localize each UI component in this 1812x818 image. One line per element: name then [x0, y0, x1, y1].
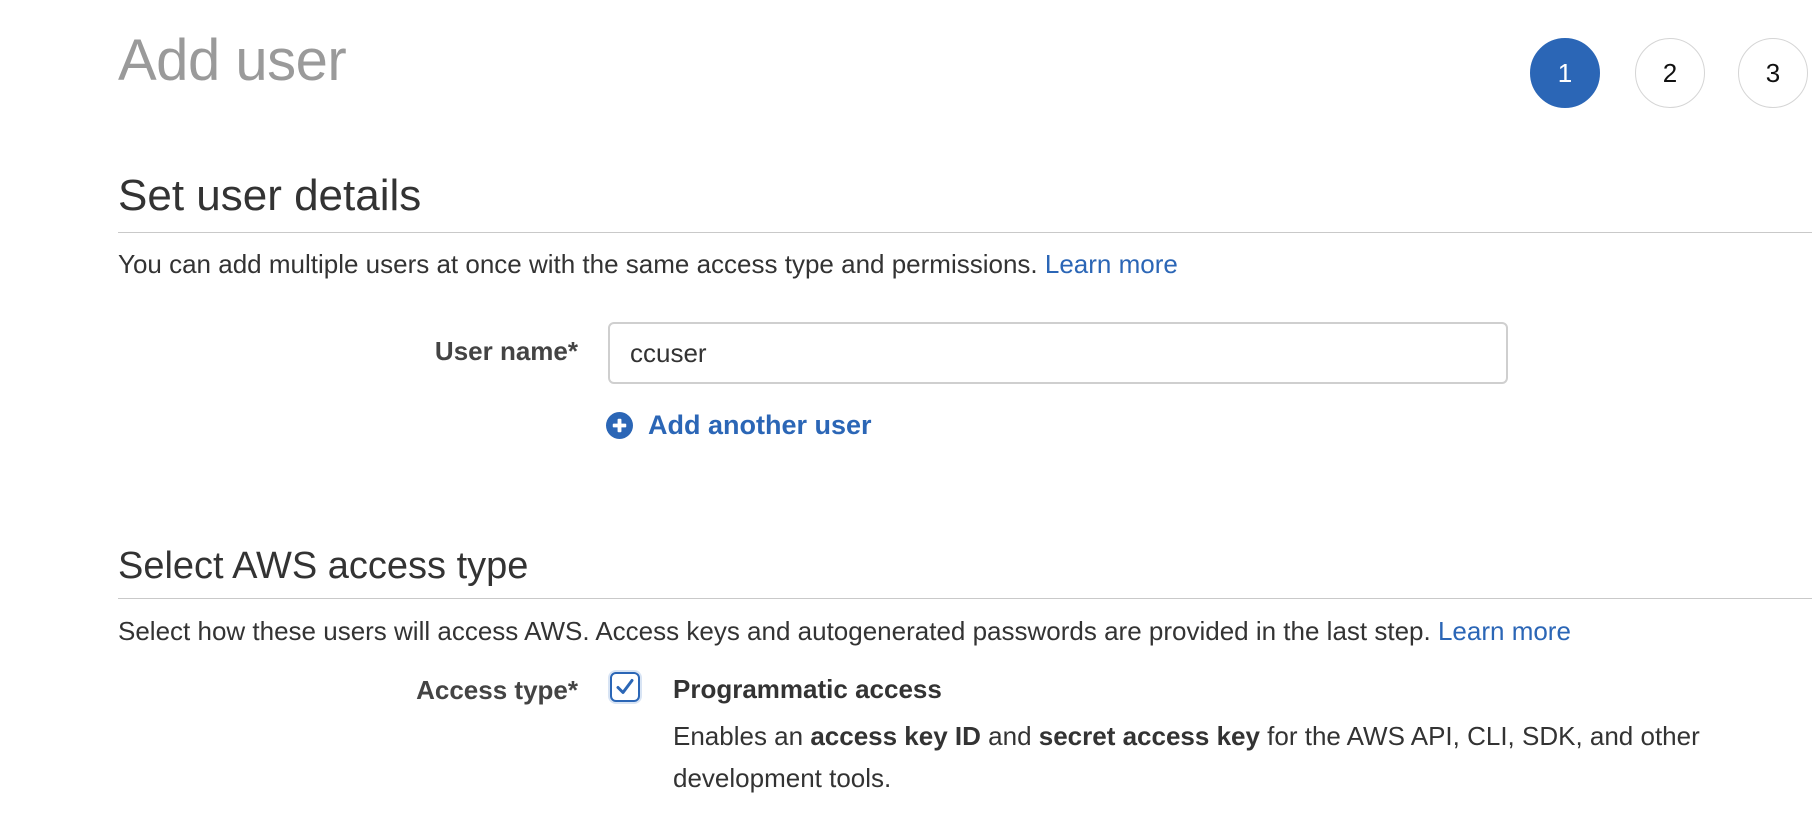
user-details-heading: Set user details — [118, 171, 422, 220]
access-type-description-text: Select how these users will access AWS. … — [118, 616, 1431, 646]
desc-text: Enables an — [673, 721, 811, 751]
checkmark-icon — [616, 679, 634, 694]
user-details-description-text: You can add multiple users at once with … — [118, 249, 1038, 279]
add-another-user-label: Add another user — [648, 410, 872, 440]
desc-text: and — [980, 721, 1039, 751]
access-type-heading: Select AWS access type — [118, 545, 529, 587]
step-1[interactable]: 1 — [1530, 38, 1600, 108]
access-type-description: Select how these users will access AWS. … — [118, 614, 1571, 648]
learn-more-link[interactable]: Learn more — [1438, 616, 1571, 646]
user-name-label: User name* — [434, 336, 578, 366]
programmatic-access-checkbox[interactable] — [610, 672, 640, 702]
user-name-input[interactable] — [608, 322, 1508, 384]
access-key-id-term: access key ID — [810, 721, 981, 751]
programmatic-access-description: Enables an access key ID and secret acce… — [673, 715, 1733, 799]
page-title: Add user — [118, 28, 347, 93]
access-type-label: Access type* — [416, 675, 578, 705]
user-details-description: You can add multiple users at once with … — [118, 247, 1178, 281]
step-2[interactable]: 2 — [1635, 38, 1705, 108]
learn-more-link[interactable]: Learn more — [1045, 249, 1178, 279]
wizard-stepper: 1 2 3 — [1530, 38, 1812, 110]
plus-circle-icon — [606, 412, 633, 439]
programmatic-access-title: Programmatic access — [673, 674, 942, 704]
secret-access-key-term: secret access key — [1038, 721, 1260, 751]
section-divider — [118, 232, 1812, 233]
section-divider — [118, 598, 1812, 599]
step-3[interactable]: 3 — [1738, 38, 1808, 108]
add-another-user-button[interactable]: Add another user — [606, 410, 872, 441]
